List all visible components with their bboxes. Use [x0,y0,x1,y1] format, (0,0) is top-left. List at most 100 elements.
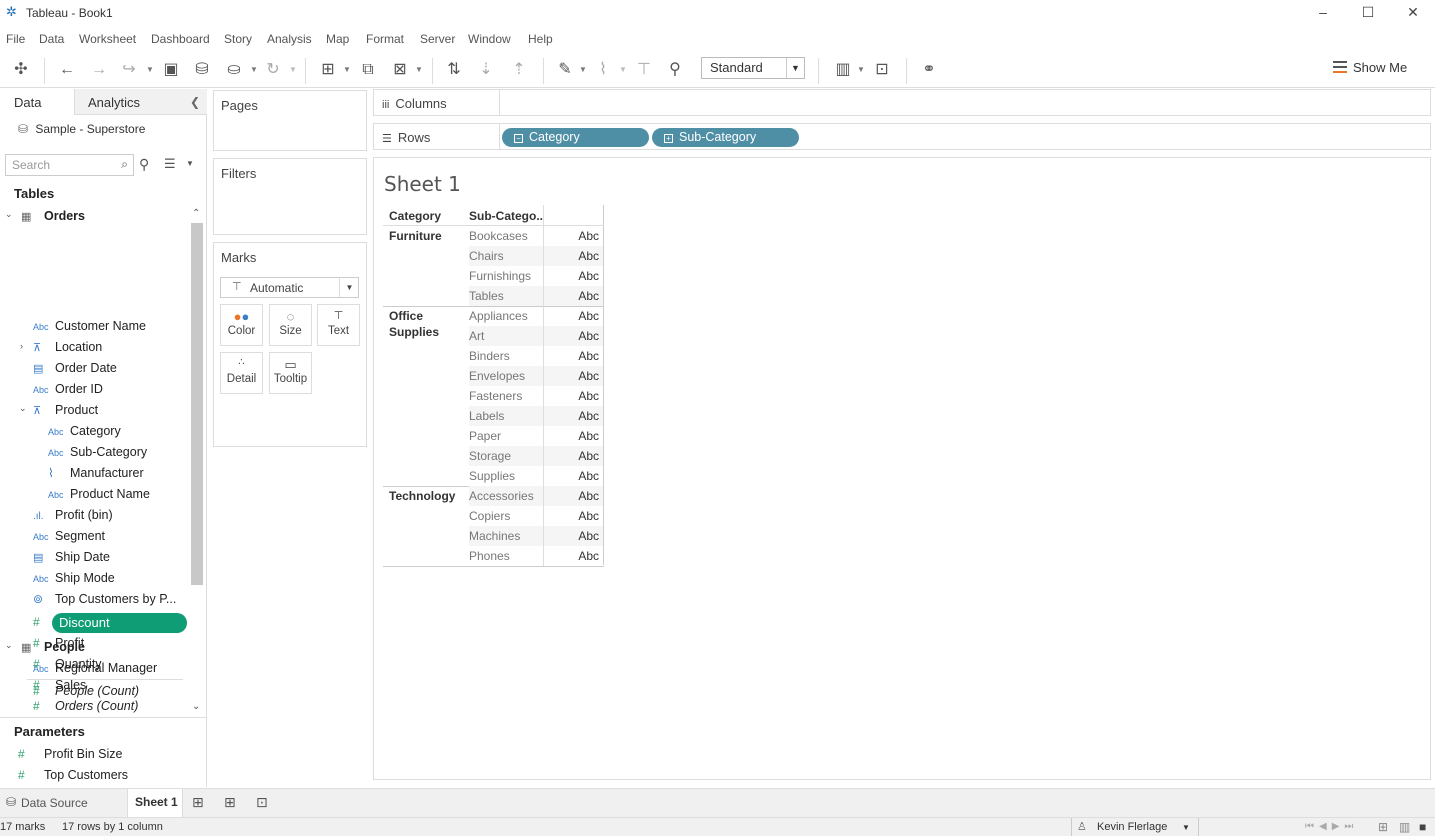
field-category[interactable]: Abc Category [48,421,121,442]
sheet-nav-arrows[interactable]: ⏮◀▶⏭ [1305,821,1358,832]
table-cell[interactable]: Abc [543,546,603,566]
close-button[interactable]: ✕ [1390,2,1435,24]
category-label[interactable]: Furniture [389,228,467,244]
subcategory-label[interactable]: Paper [469,426,543,446]
show-me-button[interactable]: Show Me [1333,60,1407,75]
table-cell[interactable]: Abc [543,286,603,306]
field-product[interactable]: ⊼ Product [33,400,98,421]
tabs-view-icon[interactable]: ■ [1419,820,1426,834]
table-cell[interactable]: Abc [543,426,603,446]
clear-sheet-icon[interactable]: ⊠ [390,60,410,80]
menu-dashboard[interactable]: Dashboard [151,32,210,46]
table-cell[interactable]: Abc [543,326,603,346]
chevron-up-icon[interactable]: ⌃ [192,208,200,219]
mark-type-select[interactable]: ⊤ Automatic ▼ [220,277,359,298]
table-cell[interactable]: Abc [543,526,603,546]
pause-updates-icon[interactable]: ⛀ [224,60,244,80]
filmstrip-icon[interactable]: ▥ [1399,820,1410,834]
chevron-down-icon[interactable]: ⌄ [5,209,13,220]
subcategory-label[interactable]: Tables [469,286,543,306]
group-members-icon[interactable]: ⌇ [593,60,613,80]
new-datasource-icon[interactable]: ⛁ [192,60,212,80]
menu-format[interactable]: Format [366,32,404,46]
menu-map[interactable]: Map [326,32,349,46]
subcategory-label[interactable]: Machines [469,526,543,546]
menu-worksheet[interactable]: Worksheet [79,32,136,46]
field-regional-manager[interactable]: Abc Regional Manager [33,658,157,679]
rows-pill-category[interactable]: − Category [502,128,649,147]
table-cell[interactable]: Abc [543,506,603,526]
header-category[interactable]: Category [389,209,441,223]
new-worksheet-icon[interactable]: ⊞ [318,60,338,80]
sort-descending-icon[interactable]: ⇡ [509,60,529,80]
param-top-customers[interactable]: # Top Customers [18,765,128,786]
subcategory-label[interactable]: Bookcases [469,226,543,246]
show-mark-labels-icon[interactable]: ⊤ [634,60,654,80]
tab-data-source[interactable]: Data Source [21,796,88,810]
tab-analytics[interactable]: Analytics [74,89,207,115]
table-cell[interactable]: Abc [543,226,603,246]
presentation-mode-icon[interactable]: ⊡ [872,60,892,80]
field-ship-mode[interactable]: Abc Ship Mode [33,568,115,589]
menu-data[interactable]: Data [39,32,64,46]
param-profit-bin-size[interactable]: # Profit Bin Size [18,744,123,765]
subcategory-label[interactable]: Fasteners [469,386,543,406]
table-orders[interactable]: Orders [44,209,85,223]
maximize-button[interactable]: ☐ [1345,2,1391,24]
menu-help[interactable]: Help [528,32,553,46]
rows-pill-sub-category[interactable]: + Sub-Category [652,128,799,147]
new-dashboard-icon[interactable]: ⊞ [224,794,236,811]
minimize-button[interactable]: – [1300,2,1346,24]
subcategory-label[interactable]: Art [469,326,543,346]
field-discount-selected[interactable]: Discount [52,613,187,633]
table-cell[interactable]: Abc [543,466,603,486]
menu-analysis[interactable]: Analysis [267,32,312,46]
sheet-sorter-icon[interactable]: ⊞ [1378,820,1388,834]
subcategory-label[interactable]: Furnishings [469,266,543,286]
rows-shelf[interactable]: ☰ Rows − Category + Sub-Category [373,123,1431,150]
filters-card[interactable]: Filters [213,158,367,235]
menu-story[interactable]: Story [224,32,252,46]
collapse-pane-icon[interactable]: ❮ [190,95,200,109]
table-cell[interactable]: Abc [543,306,603,326]
save-icon[interactable]: ▣ [161,60,181,80]
field-people-count[interactable]: # People (Count) [33,681,139,702]
new-story-icon[interactable]: ⊡ [256,794,268,811]
refresh-icon[interactable]: ↻ [263,60,283,80]
subcategory-label[interactable]: Supplies [469,466,543,486]
subcategory-label[interactable]: Phones [469,546,543,566]
subcategory-label[interactable]: Copiers [469,506,543,526]
header-subcategory[interactable]: Sub-Catego.. [469,209,543,223]
subcategory-label[interactable]: Storage [469,446,543,466]
table-people[interactable]: People [44,640,85,654]
table-cell[interactable]: Abc [543,346,603,366]
field-order-date[interactable]: ▤ Order Date [33,358,117,379]
category-label[interactable]: Technology [389,488,467,504]
field-product-name[interactable]: Abc Product Name [48,484,150,505]
back-icon[interactable]: ← [57,60,77,80]
tooltip-button[interactable]: ▭ Tooltip [269,352,312,394]
show-cards-icon[interactable]: ▥ [833,60,853,80]
field-top-customers-set[interactable]: ⊚ Top Customers by P... [33,589,176,610]
subcategory-label[interactable]: Chairs [469,246,543,266]
table-cell[interactable]: Abc [543,386,603,406]
field-manufacturer[interactable]: ⌇ Manufacturer [48,463,144,484]
category-label[interactable]: Office Supplies [389,308,467,340]
sheet-title[interactable]: Sheet 1 [384,172,461,196]
detail-button[interactable]: ∴ Detail [220,352,263,394]
duplicate-sheet-icon[interactable]: ⧉ [358,60,378,80]
table-cell[interactable]: Abc [543,486,603,506]
table-cell[interactable]: Abc [543,266,603,286]
chevron-down-icon[interactable]: ▼ [1182,823,1190,832]
chevron-down-icon[interactable]: ⌄ [192,701,200,712]
table-cell[interactable]: Abc [543,406,603,426]
chevron-down-icon[interactable]: ⌄ [5,640,13,651]
menu-file[interactable]: File [6,32,25,46]
columns-shelf[interactable]: iii Columns [373,89,1431,116]
fix-axes-icon[interactable]: ⚲ [665,60,685,80]
swap-rows-columns-icon[interactable]: ⇅ [444,60,464,80]
table-cell[interactable]: Abc [543,446,603,466]
text-button[interactable]: ⊤ Text [317,304,360,346]
field-location[interactable]: ⊼ Location [33,337,102,358]
field-customer-name[interactable]: Abc Customer Name [33,316,146,337]
